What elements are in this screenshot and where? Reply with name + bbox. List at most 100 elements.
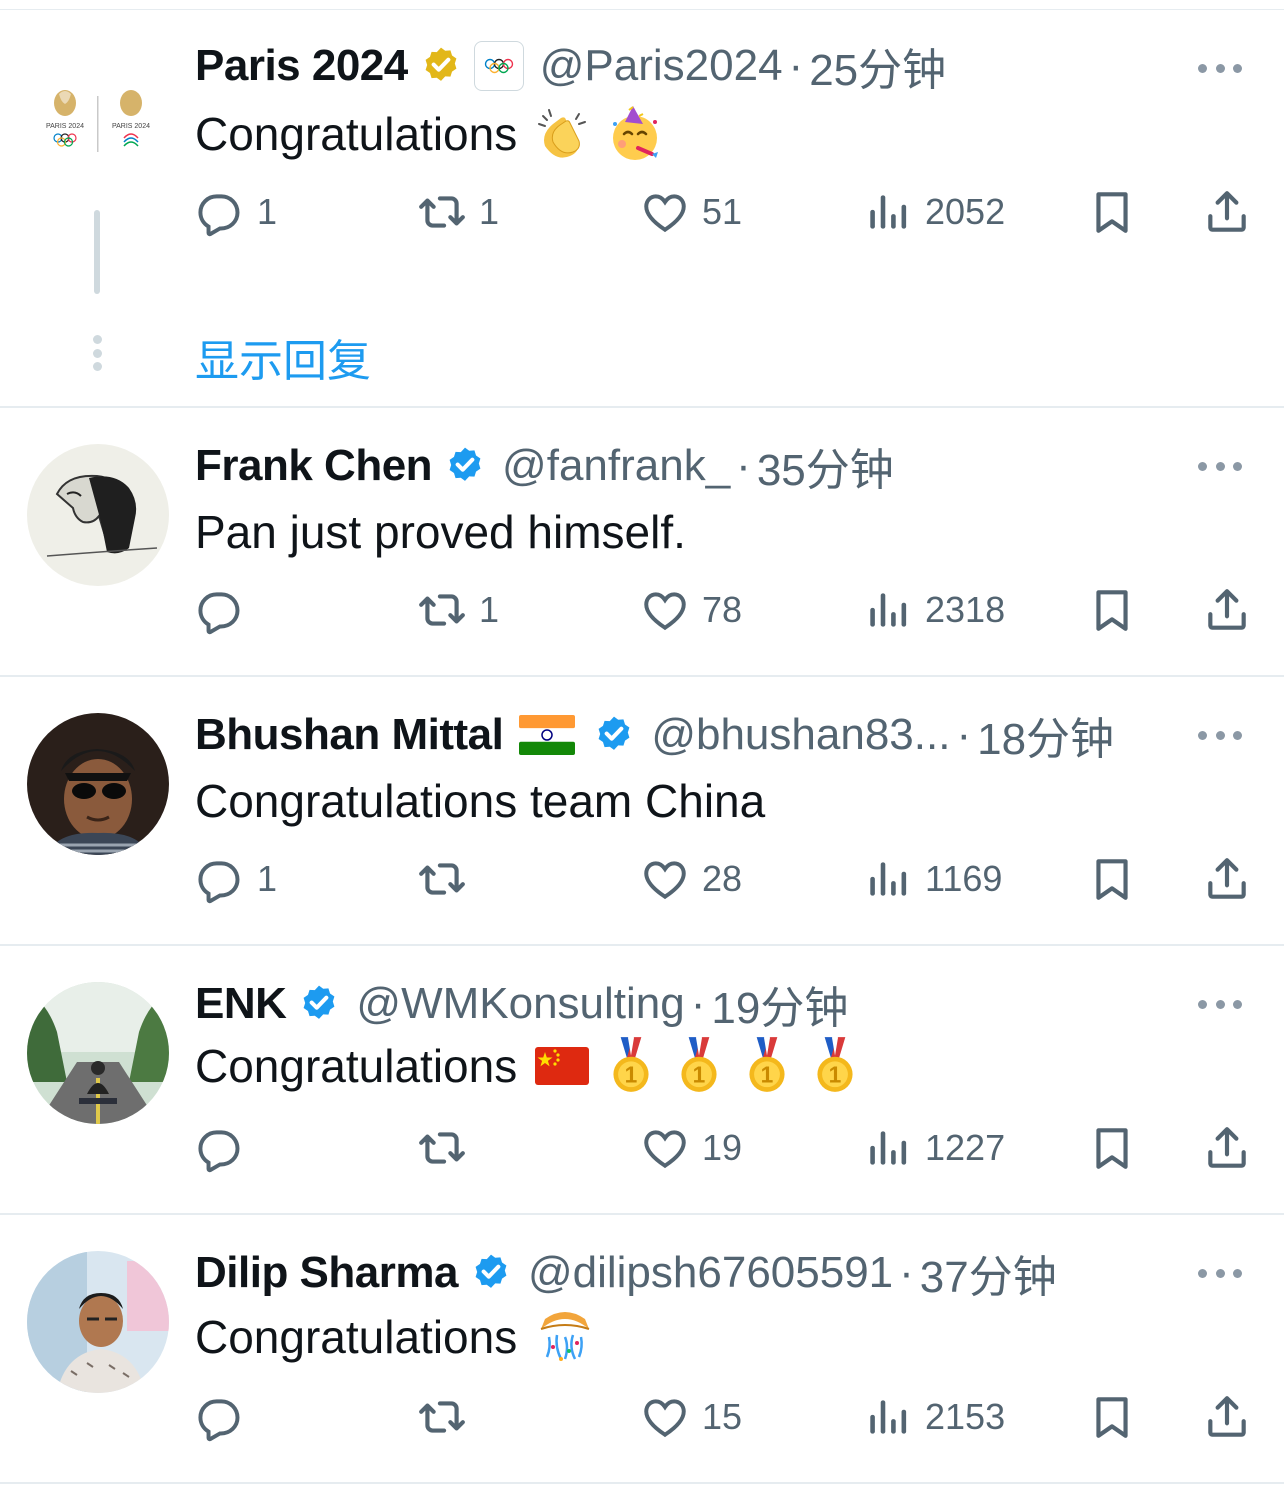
like-button[interactable]: 28: [640, 849, 742, 909]
timestamp[interactable]: 37分钟: [920, 1241, 1057, 1305]
timestamp[interactable]: 35分钟: [757, 434, 894, 498]
avatar-paris2024[interactable]: PARIS 2024 PARIS 2024: [27, 58, 169, 200]
author-handle[interactable]: @dilipsh67605591: [528, 1248, 893, 1298]
olympic-rings-affiliation-icon[interactable]: [473, 41, 524, 91]
gold-medal-icon: [813, 1035, 857, 1097]
tweet-header: ENK @WMKonsulting · 19分钟: [195, 976, 848, 1033]
retweet-button[interactable]: [417, 1387, 479, 1447]
separator-dot: ·: [899, 1248, 914, 1297]
tweet-paris2024[interactable]: PARIS 2024 PARIS 2024 Paris 2024 @Paris2…: [0, 10, 1284, 408]
author-name[interactable]: Frank Chen: [195, 441, 433, 491]
share-button[interactable]: [1202, 1118, 1252, 1178]
avatar-dilip[interactable]: [27, 1251, 169, 1393]
more-options-icon[interactable]: [1198, 725, 1242, 745]
tweet-text-content: Congratulations: [195, 1311, 518, 1363]
author-name[interactable]: ENK: [195, 979, 287, 1029]
china-flag-icon: [535, 1047, 590, 1085]
avatar-bhushan[interactable]: [27, 713, 169, 855]
author-handle[interactable]: @bhushan83...: [651, 710, 950, 760]
tweet-enk[interactable]: ENK @WMKonsulting · 19分钟 Congratulations…: [0, 946, 1284, 1215]
author-name[interactable]: Dilip Sharma: [195, 1248, 458, 1298]
tweet-header: Frank Chen @fanfrank_ · 35分钟: [195, 438, 894, 495]
reply-count: 1: [257, 191, 278, 232]
tweet-fanfrank[interactable]: Frank Chen @fanfrank_ · 35分钟 Pan just pr…: [0, 408, 1284, 677]
share-button[interactable]: [1202, 182, 1252, 242]
reply-button[interactable]: [195, 580, 257, 640]
more-options-icon[interactable]: [1198, 58, 1242, 78]
views-chart-icon: [863, 1123, 913, 1173]
timestamp[interactable]: 19分钟: [711, 972, 848, 1036]
blue-verified-icon[interactable]: [470, 1252, 512, 1294]
tweet-text: Congratulations: [195, 106, 679, 162]
blue-verified-icon[interactable]: [298, 983, 340, 1025]
reply-button[interactable]: 1: [195, 849, 277, 909]
share-icon: [1202, 585, 1252, 635]
reply-button[interactable]: [195, 1118, 257, 1178]
author-name[interactable]: Paris 2024: [195, 41, 408, 91]
author-handle[interactable]: @fanfrank_: [502, 441, 730, 491]
india-flag-icon: [519, 715, 576, 755]
clapping-hands-emoji-icon: [538, 109, 587, 158]
tweet-actions: 1 1 51 2052: [195, 182, 1255, 242]
gold-verified-icon[interactable]: [420, 45, 462, 87]
views-button[interactable]: 1169: [863, 849, 1002, 909]
views-button[interactable]: 2052: [863, 182, 1005, 242]
bookmark-icon: [1087, 585, 1137, 635]
avatar-enk[interactable]: [27, 982, 169, 1124]
views-button[interactable]: 2318: [863, 580, 1005, 640]
retweet-count: 1: [479, 191, 500, 232]
tweet-header: Dilip Sharma @dilipsh67605591 · 37分钟: [195, 1245, 1057, 1302]
bookmark-button[interactable]: [1087, 580, 1137, 640]
share-button[interactable]: [1202, 1387, 1252, 1447]
timestamp[interactable]: 25分钟: [809, 34, 946, 98]
share-button[interactable]: [1202, 849, 1252, 909]
author-handle[interactable]: @Paris2024: [540, 41, 783, 91]
like-count: 51: [702, 191, 743, 232]
like-button[interactable]: 51: [640, 182, 742, 242]
reply-icon: [195, 187, 245, 237]
blue-verified-icon[interactable]: [444, 445, 486, 487]
tweet-text: Congratulations team China: [195, 773, 783, 829]
tweet-text: Congratulations: [195, 1307, 609, 1367]
timestamp[interactable]: 18分钟: [977, 703, 1114, 767]
bookmark-button[interactable]: [1087, 849, 1137, 909]
tweet-text-content: Pan just proved himself.: [195, 506, 686, 558]
bookmark-icon: [1087, 854, 1137, 904]
bookmark-button[interactable]: [1087, 182, 1137, 242]
show-replies-link[interactable]: 显示回复: [195, 325, 371, 389]
like-button[interactable]: 15: [640, 1387, 742, 1447]
views-button[interactable]: 2153: [863, 1387, 1005, 1447]
author-handle[interactable]: @WMKonsulting: [356, 979, 684, 1029]
views-chart-icon: [863, 854, 913, 904]
tweet-text: Congratulations: [195, 1034, 871, 1098]
thread-connector-line: [94, 210, 100, 294]
retweet-button[interactable]: 1: [417, 580, 499, 640]
gold-medal-icon: [609, 1035, 653, 1097]
reply-button[interactable]: [195, 1387, 257, 1447]
blue-verified-icon[interactable]: [593, 714, 635, 756]
views-button[interactable]: 1227: [863, 1118, 1005, 1178]
tweet-text: Pan just proved himself.: [195, 504, 704, 560]
reply-button[interactable]: 1: [195, 182, 277, 242]
more-options-icon[interactable]: [1198, 1263, 1242, 1283]
retweet-button[interactable]: [417, 1118, 479, 1178]
bookmark-button[interactable]: [1087, 1387, 1137, 1447]
tweet-bhushan[interactable]: Bhushan Mittal @bhushan83... · 18分钟 Cong…: [0, 677, 1284, 946]
retweet-icon: [417, 585, 467, 635]
heart-icon: [640, 854, 690, 904]
more-options-icon[interactable]: [1198, 994, 1242, 1014]
like-button[interactable]: 78: [640, 580, 742, 640]
views-count: 1227: [925, 1127, 1006, 1168]
author-name[interactable]: Bhushan Mittal: [195, 710, 504, 760]
retweet-button[interactable]: 1: [417, 182, 499, 242]
like-count: 19: [702, 1127, 743, 1168]
avatar-fanfrank[interactable]: [27, 444, 169, 586]
retweet-button[interactable]: [417, 849, 479, 909]
like-button[interactable]: 19: [640, 1118, 742, 1178]
share-button[interactable]: [1202, 580, 1252, 640]
share-icon: [1202, 187, 1252, 237]
bookmark-button[interactable]: [1087, 1118, 1137, 1178]
bookmark-icon: [1087, 1392, 1137, 1442]
tweet-dilip[interactable]: Dilip Sharma @dilipsh67605591 · 37分钟 Con…: [0, 1215, 1284, 1484]
more-options-icon[interactable]: [1198, 456, 1242, 476]
